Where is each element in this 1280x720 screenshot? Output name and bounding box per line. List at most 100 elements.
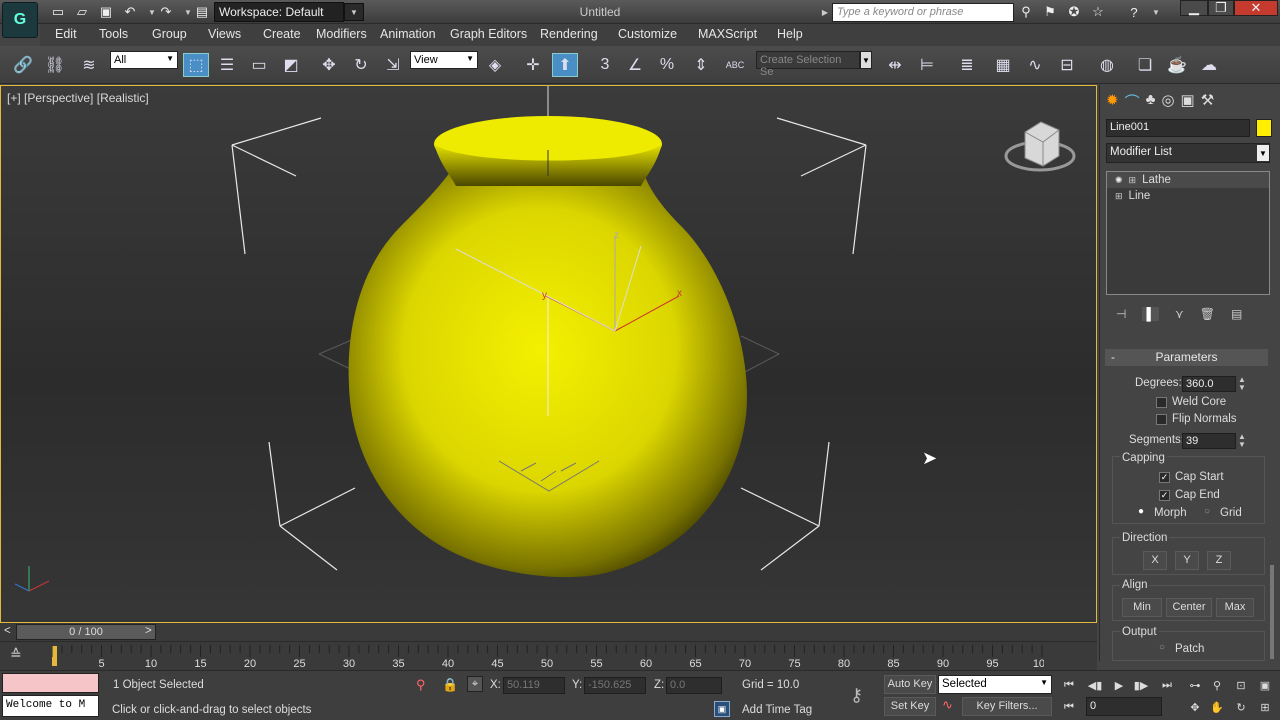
new-file-icon[interactable]: ▭	[48, 3, 68, 21]
key-filters-button[interactable]: Key Filters...	[962, 697, 1052, 716]
y-coordinate-field[interactable]: -150.625	[584, 677, 646, 694]
zoom-icon[interactable]: ⚲	[1206, 676, 1228, 694]
direction-y-button[interactable]: Y	[1175, 551, 1199, 570]
menu-create[interactable]: Create	[263, 27, 301, 41]
key-tangent-icon[interactable]: ∿	[942, 697, 953, 713]
undo-icon[interactable]: ↶	[120, 3, 140, 21]
subscription-icon[interactable]: ✪	[1064, 3, 1084, 21]
edit-named-selection-icon[interactable]: ABC	[722, 53, 748, 77]
menu-rendering[interactable]: Rendering	[540, 27, 598, 41]
reference-coordinate-dropdown[interactable]: View ▼	[410, 51, 478, 69]
unlink-selection-icon[interactable]: ⛓	[42, 53, 68, 77]
viewcube-icon[interactable]	[1004, 121, 1076, 172]
menu-views[interactable]: Views	[208, 27, 241, 41]
select-object-icon[interactable]: ⬚	[183, 53, 209, 77]
rectangular-selection-region-icon[interactable]: ▭	[246, 53, 272, 77]
stack-item-line[interactable]: ⊞ Line	[1107, 188, 1269, 204]
search-input[interactable]: Type a keyword or phrase	[832, 3, 1014, 22]
modify-tab-icon[interactable]: ⌒	[1125, 91, 1140, 113]
select-and-manipulate-icon[interactable]: ✛	[520, 53, 546, 77]
keyboard-shortcut-override-icon[interactable]: ⬆	[552, 53, 578, 77]
z-coordinate-field[interactable]: 0.0	[666, 677, 722, 694]
go-to-end-icon[interactable]: ⏭	[1156, 676, 1178, 694]
redo-icon[interactable]: ↷	[156, 3, 176, 21]
degrees-spinner[interactable]: 360.0	[1182, 376, 1236, 392]
stack-item-lathe[interactable]: ✺ ⊞ Lathe	[1107, 172, 1269, 188]
bind-to-space-warp-icon[interactable]: ≋	[76, 53, 102, 77]
add-time-tag-button[interactable]: Add Time Tag	[742, 704, 812, 716]
x-coordinate-field[interactable]: 50.119	[503, 677, 565, 694]
make-unique-icon[interactable]: ⋎	[1175, 307, 1184, 321]
spinner-snap-toggle-icon[interactable]: ⇕	[688, 53, 714, 77]
modifier-list-dropdown[interactable]: Modifier List	[1106, 143, 1270, 163]
named-selection-dropdown-icon[interactable]: ▼	[860, 51, 872, 69]
favorites-star-icon[interactable]: ☆	[1088, 3, 1108, 21]
time-slider-thumb[interactable]: 0 / 100	[16, 624, 156, 640]
time-configuration-icon[interactable]: ⏮	[1058, 698, 1080, 716]
direction-x-button[interactable]: X	[1143, 551, 1167, 570]
grid-radio[interactable]: ○	[1204, 506, 1210, 517]
help-icon[interactable]: ?	[1124, 3, 1144, 21]
mini-curve-editor-icon[interactable]: ≙	[10, 646, 22, 663]
menu-tools[interactable]: Tools	[99, 27, 128, 41]
set-key-button[interactable]: Set Key	[884, 697, 936, 716]
modifier-list-dropdown-icon[interactable]: ▼	[1257, 145, 1269, 161]
maxscript-listener-macro[interactable]	[2, 673, 99, 693]
track-bar[interactable]: ≙ 5 10 15 20 25 30 35 40 45 50 55 60 65 70 75 80 85 90 95 1…	[0, 641, 1097, 670]
menu-customize[interactable]: Customize	[618, 27, 677, 41]
next-frame-icon[interactable]: ▮▶	[1130, 676, 1152, 694]
lightbulb-icon[interactable]: ✺	[1115, 175, 1123, 186]
isolate-selection-icon[interactable]: ⚲	[416, 677, 426, 693]
maxscript-listener-input[interactable]: Welcome to M	[2, 695, 99, 717]
material-editor-icon[interactable]: ◍	[1094, 53, 1120, 77]
angle-snap-toggle-icon[interactable]: ∠	[622, 53, 648, 77]
degrees-spinner-arrows[interactable]: ▲ ▼	[1238, 376, 1246, 392]
segments-spinner-arrows[interactable]: ▲ ▼	[1238, 433, 1246, 449]
flip-normals-checkbox[interactable]	[1156, 414, 1167, 425]
maximize-viewport-icon[interactable]: ⊞	[1254, 698, 1276, 716]
set-keys-key-icon[interactable]: ⚷	[850, 685, 863, 706]
object-color-swatch[interactable]	[1256, 119, 1272, 137]
binoculars-icon[interactable]: ⚲	[1016, 3, 1036, 21]
select-by-name-icon[interactable]: ☰	[214, 53, 240, 77]
percent-snap-toggle-icon[interactable]: %	[654, 53, 680, 77]
direction-z-button[interactable]: Z	[1207, 551, 1231, 570]
rendered-frame-window-icon[interactable]: ☕	[1164, 53, 1190, 77]
render-production-icon[interactable]: ☁	[1196, 53, 1222, 77]
key-mode-dropdown[interactable]: Selected ▼	[938, 675, 1052, 694]
hierarchy-tab-icon[interactable]: ♣	[1146, 91, 1156, 113]
graphite-ribbon-icon[interactable]: ▦	[990, 53, 1016, 77]
motion-tab-icon[interactable]: ◎	[1161, 91, 1174, 113]
project-folder-icon[interactable]: ▤	[192, 3, 212, 21]
selection-lock-icon[interactable]: 🔒	[442, 677, 458, 693]
curve-editor-icon[interactable]: ∿	[1022, 53, 1048, 77]
schematic-view-icon[interactable]: ⊟	[1054, 53, 1080, 77]
remove-modifier-icon[interactable]: 🗑	[1200, 307, 1215, 321]
workspace-dropdown[interactable]: Workspace: Default	[214, 2, 344, 22]
time-slider-prev[interactable]: <	[4, 625, 11, 637]
pivot-point-center-icon[interactable]: ◈	[482, 53, 508, 77]
menu-edit[interactable]: Edit	[55, 27, 77, 41]
zoom-extents-icon[interactable]: ⊡	[1230, 676, 1252, 694]
absolute-relative-toggle-icon[interactable]: ⌖	[467, 676, 483, 692]
create-tab-icon[interactable]: ✹	[1106, 91, 1119, 113]
go-to-start-icon[interactable]: ⏮	[1058, 676, 1080, 694]
auto-key-button[interactable]: Auto Key	[884, 675, 936, 694]
configure-modifier-sets-icon[interactable]: ▤	[1231, 307, 1242, 321]
patch-radio[interactable]: ○	[1159, 642, 1165, 653]
named-selection-sets-input[interactable]: Create Selection Se	[756, 51, 860, 78]
align-min-button[interactable]: Min	[1122, 598, 1162, 617]
menu-modifiers[interactable]: Modifiers	[316, 27, 367, 41]
select-and-rotate-icon[interactable]: ↻	[348, 53, 374, 77]
expand-icon[interactable]: ⊞	[1129, 175, 1137, 186]
menu-maxscript[interactable]: MAXScript	[698, 27, 757, 41]
orbit-icon[interactable]: ✥	[1184, 698, 1206, 716]
open-file-icon[interactable]: ▱	[72, 3, 92, 21]
pan-view-icon[interactable]: ✋	[1206, 698, 1228, 716]
utilities-tab-icon[interactable]: ⚒	[1201, 91, 1214, 113]
select-and-scale-icon[interactable]: ⇲	[380, 53, 406, 77]
expand-icon[interactable]: ⊞	[1115, 191, 1123, 202]
time-tag-icon[interactable]: ▣	[714, 701, 730, 717]
weld-core-checkbox[interactable]	[1156, 397, 1167, 408]
snaps-toggle-icon[interactable]: 3	[592, 53, 618, 77]
